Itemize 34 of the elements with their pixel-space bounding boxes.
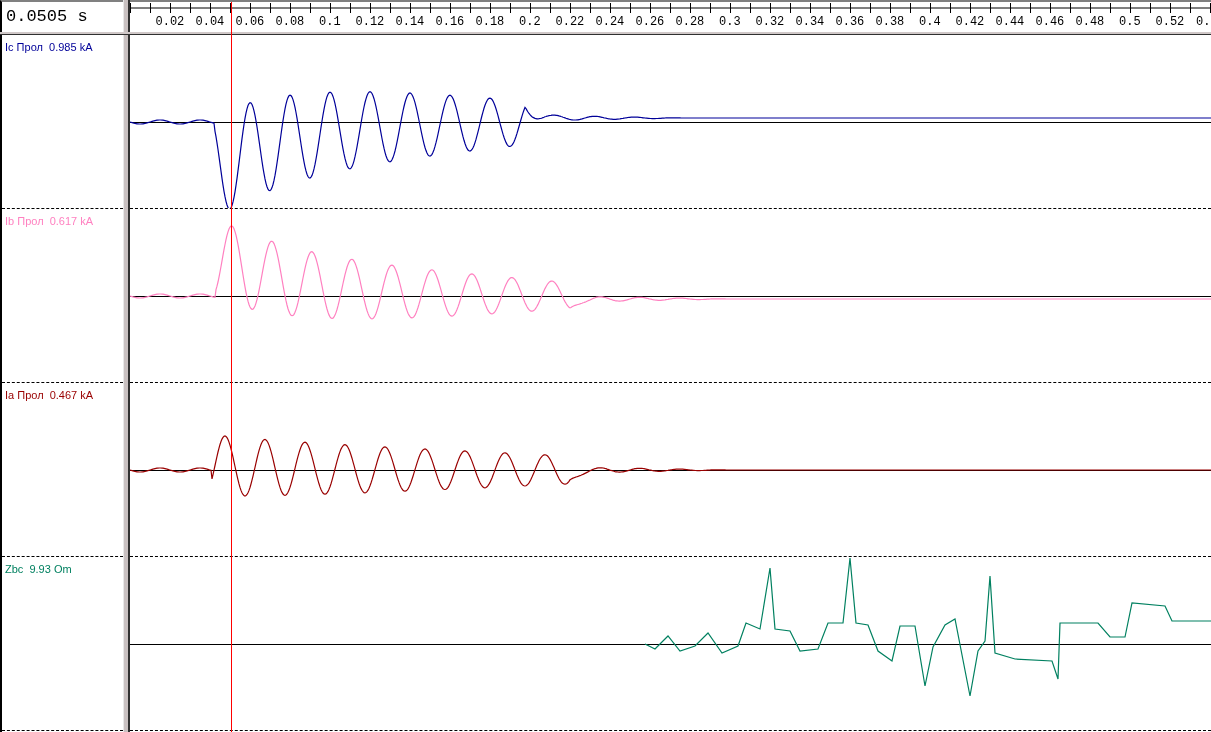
time-tick-label: 0.22 (555, 15, 585, 29)
time-tick-label: 0. (1196, 15, 1211, 29)
time-tick-label: 0.38 (875, 15, 905, 29)
time-tick-label: 0.08 (275, 15, 305, 29)
time-tick-label: 0.26 (635, 15, 665, 29)
time-tick-label: 0.02 (155, 15, 185, 29)
time-tick-label: 0.3 (719, 15, 741, 29)
time-tick-label: 0.16 (435, 15, 465, 29)
time-tick-label: 0.5 (1119, 15, 1141, 29)
time-tick-label: 0.14 (395, 15, 425, 29)
time-tick-label: 0.46 (1035, 15, 1065, 29)
channel-label: Ib Прол 0.617 kA (5, 215, 94, 227)
time-tick-label: 0.34 (795, 15, 825, 29)
pane-splitter[interactable] (123, 0, 130, 32)
channel-label: Zbc 9.93 Om (5, 563, 72, 575)
time-tick-label: 0.06 (235, 15, 265, 29)
time-tick-label: 0.48 (1075, 15, 1105, 29)
time-tick-label: 0.1 (319, 15, 341, 29)
time-tick-label: 0.2 (519, 15, 541, 29)
pane-splitter[interactable] (0, 32, 1211, 35)
time-tick-label: 0.28 (675, 15, 705, 29)
pane-splitter[interactable] (123, 35, 130, 732)
time-tick-label: 0.52 (1155, 15, 1185, 29)
time-tick-label: 0.04 (195, 15, 225, 29)
time-tick-label: 0.42 (955, 15, 985, 29)
time-tick-label: 0.18 (475, 15, 505, 29)
channel-label: Ic Прол 0.985 kA (5, 41, 93, 53)
time-tick-label: 0.12 (355, 15, 385, 29)
time-tick-label: 0.36 (835, 15, 865, 29)
time-tick-label: 0.4 (919, 15, 941, 29)
time-tick-label: 0.32 (755, 15, 785, 29)
channel-label: Ia Прол 0.467 kA (5, 389, 94, 401)
time-tick-label: 0.44 (995, 15, 1025, 29)
time-tick-label: 0.24 (595, 15, 625, 29)
